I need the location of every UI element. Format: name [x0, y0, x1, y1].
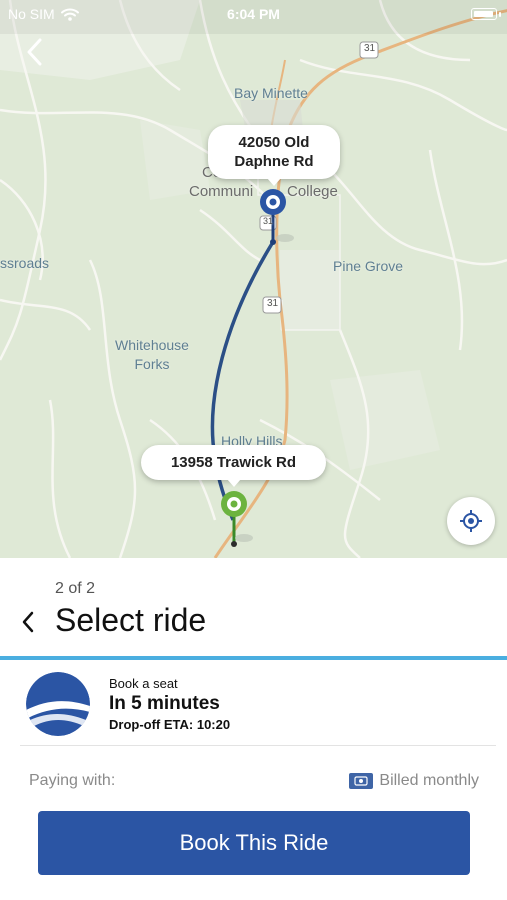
page-title: Select ride: [55, 602, 207, 638]
map-back-button[interactable]: [18, 34, 50, 70]
ride-type: Book a seat: [109, 676, 178, 691]
sheet-back-button[interactable]: [16, 608, 40, 636]
dropoff-address-bubble[interactable]: 13958 Trawick Rd: [141, 445, 326, 487]
recenter-location-button[interactable]: [447, 497, 495, 545]
highway-31-shield-mid: 31: [263, 216, 274, 226]
credit-card-icon: [349, 773, 374, 789]
ride-option[interactable]: Book a seat In 5 minutes Drop-off ETA: 1…: [20, 670, 496, 746]
pickup-address-bubble[interactable]: 42050 Old Daphne Rd: [208, 125, 340, 186]
ride-eta: In 5 minutes: [109, 693, 220, 714]
progress-bar: [0, 656, 507, 660]
service-logo: [26, 672, 90, 736]
map-label-bay-minette: Bay Minette: [234, 85, 308, 101]
map-label-college-2: Communi: [189, 183, 254, 200]
step-indicator: 2 of 2: [55, 580, 96, 597]
map-label-pine-grove: Pine Grove: [333, 258, 404, 274]
map-label-college-3: College: [287, 183, 338, 200]
battery-icon: [471, 8, 497, 20]
paying-with-label: Paying with:: [29, 772, 116, 789]
dropoff-eta: Drop-off ETA: 10:20: [109, 717, 231, 732]
dropoff-address-label: 13958 Trawick Rd: [170, 454, 297, 471]
map-label-whitehouse-forks: Whitehouse Forks: [115, 337, 189, 372]
status-bar: No SIM 6:04 PM: [0, 0, 507, 28]
chevron-left-icon: [22, 611, 34, 633]
book-ride-button[interactable]: Book This Ride: [38, 811, 470, 875]
status-time: 6:04 PM: [227, 6, 280, 22]
map-view[interactable]: Bay Minette Co Communi College Pine Grov…: [0, 0, 507, 558]
payment-method-label: Billed monthly: [379, 772, 479, 789]
pickup-address-line1: 42050 Old: [238, 134, 310, 151]
pickup-address-line2: Daphne Rd: [234, 153, 314, 170]
payment-method[interactable]: Billed monthly: [349, 772, 479, 790]
chevron-left-icon: [27, 38, 42, 66]
map-label-crossroads: ssroads: [0, 255, 50, 271]
service-logo-icon: [26, 672, 90, 736]
battery-tip: [499, 12, 501, 17]
ride-selection-sheet: 2 of 2 Select ride Book a seat In 5 minu…: [0, 558, 507, 900]
highway-31-shield-south: 31: [267, 298, 279, 309]
crosshair-icon: [460, 510, 482, 532]
highway-31-shield: 31: [364, 43, 376, 54]
